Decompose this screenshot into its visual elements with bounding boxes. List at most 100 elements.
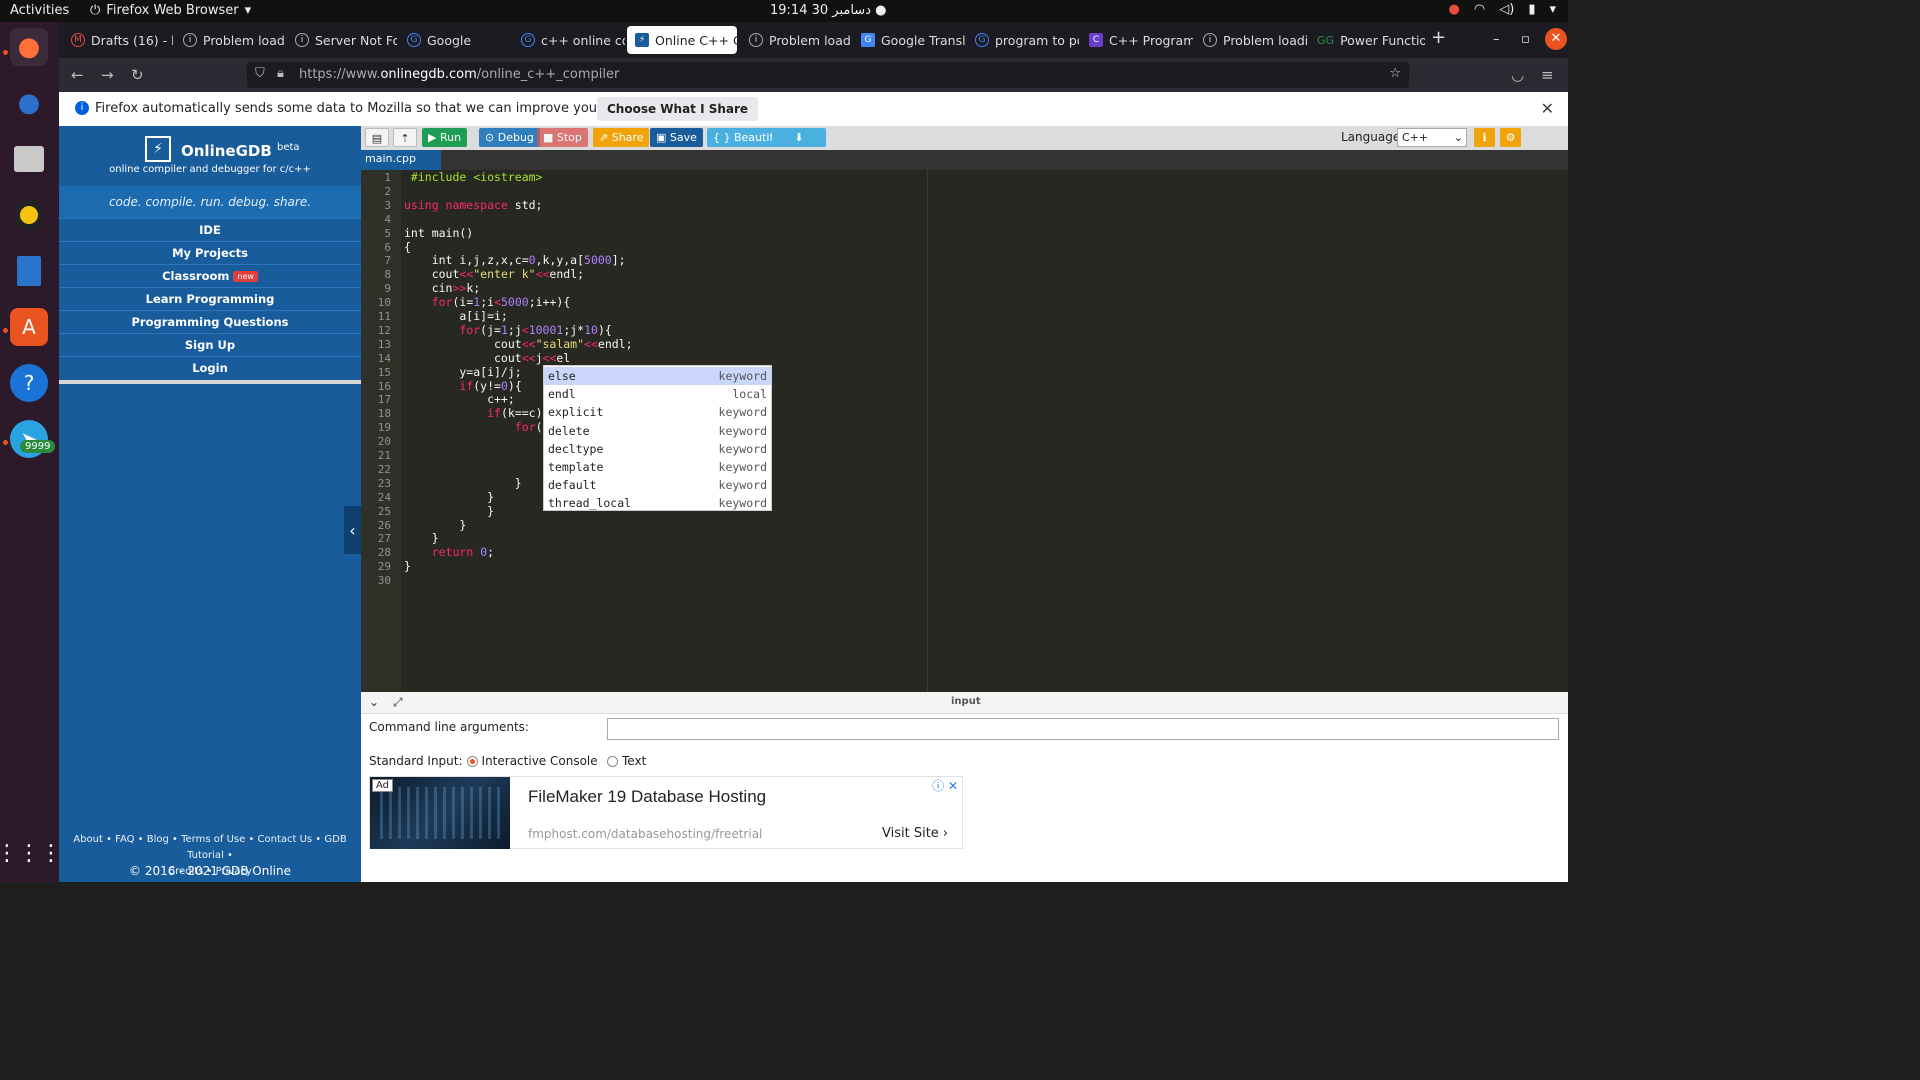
line-number: 11 bbox=[377, 310, 391, 323]
back-icon[interactable]: ← bbox=[71, 66, 84, 84]
clock[interactable]: 19:14 30 دسامبر ● bbox=[770, 3, 886, 18]
tab-online-cpp[interactable]: ⚡Online C++ C✕ bbox=[627, 26, 737, 54]
autocomplete-item[interactable]: explicit keyword bbox=[544, 403, 771, 421]
sidebar-item-classroom[interactable]: Classroom new bbox=[59, 264, 361, 287]
sidebar-item-sign-up[interactable]: Sign Up bbox=[59, 333, 361, 356]
reload-icon[interactable]: ↻ bbox=[131, 66, 144, 84]
writer-icon[interactable] bbox=[10, 252, 48, 290]
copyright: © 2016 - 2021 GDB Online bbox=[129, 864, 291, 878]
onlinegdb-logo-icon[interactable]: ⚡ bbox=[145, 136, 171, 162]
close-icon[interactable]: ✕ bbox=[1541, 99, 1554, 118]
tab-problem-loading-1[interactable]: i Problem loadi bbox=[175, 26, 285, 54]
tab-cpp-program[interactable]: C C++ Program t bbox=[1081, 26, 1193, 54]
autocomplete-item[interactable]: thread_local keyword bbox=[544, 494, 771, 512]
show-apps-icon[interactable]: ⋮⋮⋮ bbox=[0, 834, 62, 872]
line-number: 8 bbox=[384, 268, 391, 282]
code-line: } bbox=[404, 461, 550, 476]
clock-text: 19:14 30 دسامبر bbox=[770, 3, 871, 18]
sidebar: ⚡ OnlineGDB beta online compiler and deb… bbox=[59, 126, 361, 882]
file-tab-main-cpp[interactable]: main.cpp bbox=[361, 150, 441, 170]
ad-title[interactable]: FileMaker 19 Database Hosting bbox=[528, 787, 766, 807]
footer-links-line1[interactable]: About • FAQ • Blog • Terms of Use • Cont… bbox=[59, 832, 361, 864]
activities-button[interactable]: Activities bbox=[10, 3, 69, 18]
software-center-icon[interactable]: A bbox=[10, 308, 48, 346]
autocomplete-item[interactable]: endl local bbox=[544, 385, 771, 403]
bookmark-star-icon[interactable]: ☆ bbox=[1389, 66, 1401, 81]
system-tray[interactable]: ● ◠ ◁) ▮ ▾ bbox=[1449, 2, 1556, 17]
code-line: } bbox=[404, 503, 495, 518]
debug-button[interactable]: ⊙ Debug bbox=[479, 128, 540, 147]
tab-problem-loading-2[interactable]: i Problem loadi bbox=[741, 26, 851, 54]
upload-icon[interactable]: ⇡ bbox=[393, 128, 417, 147]
chrome-icon: ● bbox=[1448, 2, 1460, 17]
tab-server-not-found[interactable]: i Server Not Fo bbox=[287, 26, 397, 54]
lock-icon: 🔒︎ bbox=[277, 66, 284, 81]
collapse-sidebar-icon[interactable]: ‹ bbox=[344, 506, 361, 554]
sidebar-item-ide[interactable]: IDE bbox=[59, 218, 361, 241]
pocket-icon[interactable]: ◡ bbox=[1511, 66, 1524, 84]
new-tab-icon[interactable]: + bbox=[1431, 27, 1446, 48]
sidebar-item-programming-questions[interactable]: Programming Questions bbox=[59, 310, 361, 333]
autocomplete-item[interactable]: template keyword bbox=[544, 458, 771, 476]
onlinegdb-icon: ⚡ bbox=[635, 33, 649, 47]
url-bar[interactable]: ⛉ 🔒︎ https://www.onlinegdb.com/online_c+… bbox=[247, 62, 1409, 88]
autocomplete-item[interactable]: decltype keyword bbox=[544, 440, 771, 458]
tab-label: c++ online con bbox=[541, 32, 625, 48]
stop-button[interactable]: ■ Stop bbox=[537, 128, 588, 147]
command-line-args-input[interactable] bbox=[607, 718, 1559, 740]
minimize-icon[interactable]: – bbox=[1493, 32, 1500, 47]
app-menu[interactable]: ⏻ Firefox Web Browser ▾ bbox=[90, 3, 251, 18]
visit-site-link[interactable]: Visit Site › bbox=[882, 826, 948, 841]
tab-google[interactable]: G Google bbox=[399, 26, 509, 54]
save-button[interactable]: ▣ Save bbox=[650, 128, 703, 147]
brand[interactable]: OnlineGDB beta bbox=[181, 142, 300, 160]
system-top-bar: Activities ⏻ Firefox Web Browser ▾ 19:14… bbox=[0, 0, 1568, 22]
language-select[interactable]: C++ ⌄ bbox=[1397, 128, 1467, 147]
autocomplete-type: keyword bbox=[718, 441, 767, 456]
tab-label: Google bbox=[427, 32, 472, 48]
menu-icon[interactable]: ≡ bbox=[1541, 66, 1554, 84]
tab-label: C++ Program t bbox=[1109, 32, 1193, 48]
autocomplete-item[interactable]: default keyword bbox=[544, 476, 771, 494]
forward-icon[interactable]: → bbox=[101, 66, 114, 84]
thunderbird-icon[interactable]: ● bbox=[10, 84, 48, 122]
advertisement[interactable]: Ad FileMaker 19 Database Hosting fmphost… bbox=[369, 776, 963, 849]
help-icon[interactable]: ? bbox=[10, 364, 48, 402]
tab-cpp-online[interactable]: Gc++ online con bbox=[513, 26, 625, 54]
tab-problem-loading-3[interactable]: i Problem loadi bbox=[1195, 26, 1307, 54]
choose-what-i-share-button[interactable]: Choose What I Share bbox=[597, 97, 759, 121]
code-line: } bbox=[404, 489, 495, 504]
share-button[interactable]: ⇗ Share bbox=[593, 128, 650, 147]
interactive-console-radio[interactable] bbox=[466, 755, 478, 767]
line-number: 25 bbox=[377, 504, 391, 518]
download-button[interactable]: ⬇ bbox=[772, 128, 826, 147]
rhythmbox-icon[interactable] bbox=[10, 196, 48, 234]
sidebar-item-login[interactable]: Login bbox=[59, 356, 361, 379]
ad-close-icon[interactable]: ⓘ ✕ bbox=[932, 777, 958, 794]
code-line: } bbox=[404, 475, 522, 490]
settings-gear-icon[interactable]: ⚙ bbox=[1500, 128, 1521, 147]
expand-panel-icon[interactable]: ⤢ bbox=[393, 695, 403, 710]
close-window-icon[interactable]: ✕ bbox=[1545, 28, 1567, 50]
shield-icon: ⛉ bbox=[255, 66, 265, 81]
new-file-icon[interactable]: ▤ bbox=[365, 128, 389, 147]
info-button-icon[interactable]: ℹ bbox=[1474, 128, 1495, 147]
tab-google-translate[interactable]: G Google Transl bbox=[853, 26, 965, 54]
visit-site-label: Visit Site bbox=[882, 826, 939, 841]
restore-icon[interactable]: ▫ bbox=[1521, 32, 1530, 47]
autocomplete-item[interactable]: else keyword bbox=[544, 367, 771, 385]
files-icon[interactable] bbox=[10, 140, 48, 178]
firefox-dock-icon[interactable]: ● bbox=[10, 28, 48, 66]
line-number: 10 bbox=[377, 296, 391, 310]
tab-gmail[interactable]: M Drafts (16) - k bbox=[63, 26, 173, 54]
autocomplete-popup[interactable]: else keyword endl local explicit keyword delet… bbox=[543, 365, 772, 511]
collapse-panel-icon[interactable]: ⌄ bbox=[369, 695, 379, 709]
tab-power-function[interactable]: GG Power Functio bbox=[1309, 26, 1425, 54]
sidebar-item-learn-programming[interactable]: Learn Programming bbox=[59, 287, 361, 310]
google-icon: G bbox=[407, 33, 421, 47]
sidebar-item-my-projects[interactable]: My Projects bbox=[59, 241, 361, 264]
tab-program-to[interactable]: Gprogram to po bbox=[967, 26, 1079, 54]
autocomplete-item[interactable]: delete keyword bbox=[544, 422, 771, 440]
text-radio[interactable] bbox=[607, 755, 618, 767]
run-button[interactable]: ▶ Run bbox=[422, 128, 468, 147]
